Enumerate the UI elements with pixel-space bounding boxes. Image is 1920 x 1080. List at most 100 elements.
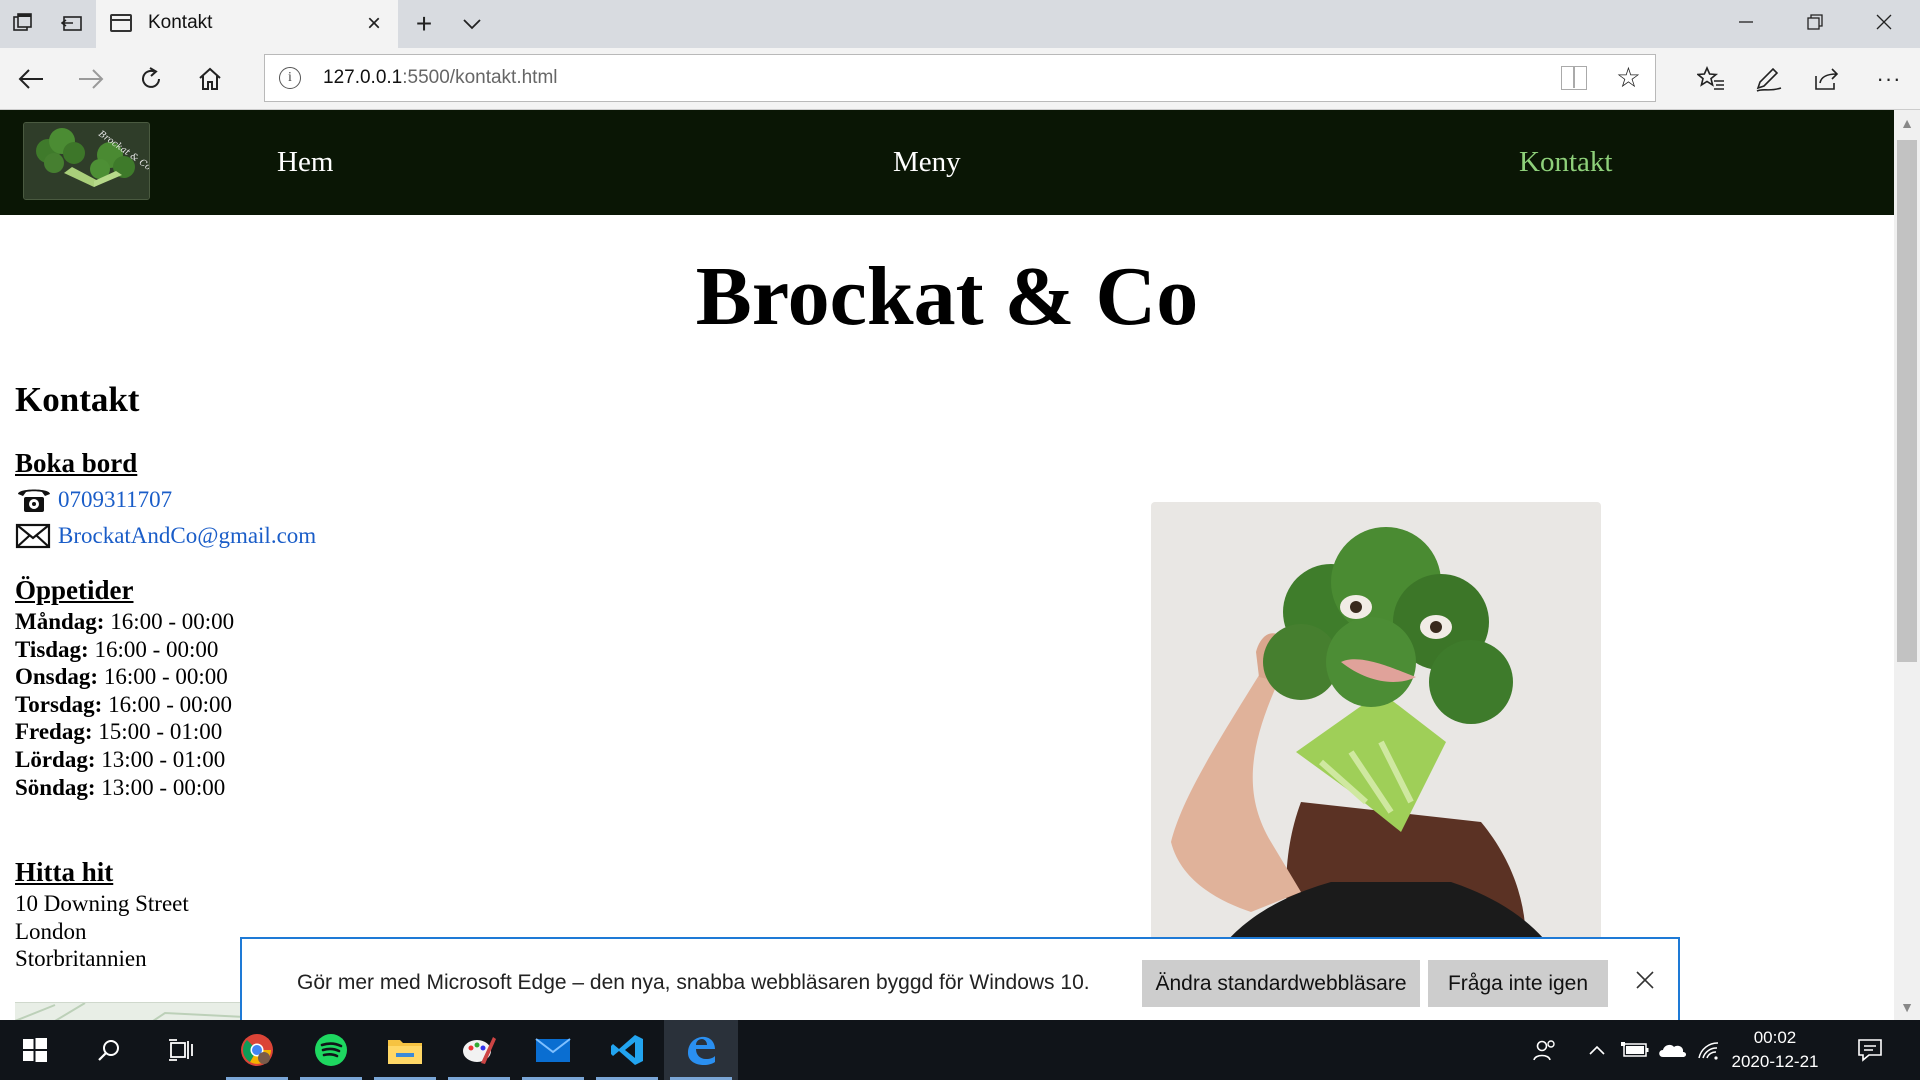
broccoli-logo[interactable]: Brockat & Co bbox=[23, 122, 150, 200]
time-value: 16:00 - 00:00 bbox=[94, 636, 219, 662]
scroll-down-icon[interactable]: ▼ bbox=[1894, 994, 1920, 1020]
page-viewport: Brockat & Co Hem Meny Kontakt Brockat & … bbox=[0, 110, 1894, 1020]
browser-tab-bar: Kontakt × + bbox=[0, 0, 1920, 48]
phone-row: 0709311707 bbox=[15, 483, 172, 517]
home-icon[interactable] bbox=[193, 62, 227, 96]
url-host: 127.0.0.1 bbox=[323, 67, 403, 88]
favorites-list-icon[interactable] bbox=[1694, 62, 1728, 96]
day-label: Onsdag: bbox=[15, 664, 99, 690]
chrome-icon[interactable] bbox=[220, 1020, 294, 1080]
hours-row: Fredag: 15:00 - 01:00 bbox=[15, 718, 234, 746]
day-label: Fredag: bbox=[15, 719, 93, 745]
default-browser-prompt: Gör mer med Microsoft Edge – den nya, sn… bbox=[240, 937, 1680, 1020]
url-path: :5500/kontakt.html bbox=[402, 67, 558, 88]
close-window-icon[interactable] bbox=[1864, 8, 1904, 40]
time-value: 13:00 - 01:00 bbox=[101, 746, 226, 772]
hours-row: Onsdag: 16:00 - 00:00 bbox=[15, 663, 234, 691]
paint-icon[interactable] bbox=[442, 1020, 516, 1080]
close-tab-icon[interactable]: × bbox=[360, 10, 388, 38]
telephone-icon bbox=[15, 485, 53, 515]
hours-row: Torsdag: 16:00 - 00:00 bbox=[15, 691, 234, 719]
new-tab-icon[interactable]: + bbox=[410, 8, 438, 39]
windows-start-icon[interactable] bbox=[0, 1020, 70, 1080]
hours-heading: Öppetider bbox=[15, 575, 134, 605]
address-line: London bbox=[15, 918, 87, 944]
wifi-icon[interactable] bbox=[1694, 1020, 1722, 1080]
minimize-icon[interactable] bbox=[1726, 8, 1766, 40]
tab-kontakt[interactable]: Kontakt × bbox=[96, 0, 398, 48]
time-value: 16:00 - 00:00 bbox=[110, 609, 235, 634]
page-heading: Kontakt bbox=[15, 380, 140, 419]
chevron-down-icon[interactable] bbox=[458, 10, 486, 38]
address-line: 10 Downing Street bbox=[15, 891, 189, 916]
day-label: Lördag: bbox=[15, 746, 96, 772]
email-row: BrockatAndCo@gmail.com bbox=[15, 519, 316, 553]
time-value: 16:00 - 00:00 bbox=[103, 664, 228, 690]
change-default-browser-button[interactable]: Ändra standardwebbläsare bbox=[1142, 960, 1420, 1007]
map-embed[interactable] bbox=[14, 1002, 246, 1020]
hours-row: Måndag: 16:00 - 00:00 bbox=[15, 608, 234, 636]
envelope-icon bbox=[15, 521, 53, 551]
battery-icon[interactable] bbox=[1620, 1020, 1650, 1080]
directions-heading: Hitta hit bbox=[15, 857, 114, 887]
taskbar-clock[interactable]: 00:02 2020-12-21 bbox=[1720, 1026, 1830, 1074]
address-block: 10 Downing Street London Storbritannien bbox=[15, 890, 189, 973]
time-value: 15:00 - 01:00 bbox=[98, 719, 223, 745]
site-title: Brockat & Co bbox=[695, 250, 1199, 343]
restore-icon[interactable] bbox=[1795, 8, 1835, 40]
nav-link-hem[interactable]: Hem bbox=[277, 146, 333, 179]
prompt-message: Gör mer med Microsoft Edge – den nya, sn… bbox=[297, 971, 1090, 994]
hours-row: Söndag: 13:00 - 00:00 bbox=[15, 774, 234, 802]
site-navbar: Brockat & Co Hem Meny Kontakt bbox=[0, 110, 1894, 215]
more-options-icon[interactable]: ··· bbox=[1872, 62, 1906, 96]
time-value: 16:00 - 00:00 bbox=[108, 691, 233, 717]
dont-ask-again-button[interactable]: Fråga inte igen bbox=[1428, 960, 1608, 1007]
time-value: 13:00 - 00:00 bbox=[101, 774, 226, 800]
day-label: Tisdag: bbox=[15, 636, 89, 662]
set-tabs-aside-icon[interactable] bbox=[58, 10, 86, 38]
vscode-icon[interactable] bbox=[590, 1020, 664, 1080]
back-arrow-icon[interactable] bbox=[14, 62, 48, 96]
email-link[interactable]: BrockatAndCo@gmail.com bbox=[58, 523, 316, 549]
hours-row: Lördag: 13:00 - 01:00 bbox=[15, 746, 234, 774]
show-hidden-icons-chevron-icon[interactable] bbox=[1585, 1020, 1609, 1080]
address-bar[interactable]: i 127.0.0.1:5500/kontakt.html ☆ bbox=[264, 54, 1656, 102]
browser-toolbar: i 127.0.0.1:5500/kontakt.html ☆ ··· bbox=[0, 48, 1920, 110]
edge-icon[interactable] bbox=[664, 1020, 738, 1080]
favorite-star-icon[interactable]: ☆ bbox=[1616, 61, 1641, 95]
people-icon[interactable] bbox=[1530, 1020, 1560, 1080]
site-info-icon[interactable]: i bbox=[279, 67, 301, 89]
mail-icon[interactable] bbox=[516, 1020, 590, 1080]
refresh-icon[interactable] bbox=[134, 62, 168, 96]
booking-heading: Boka bord bbox=[15, 448, 138, 478]
close-icon[interactable] bbox=[1630, 965, 1660, 995]
clock-date: 2020-12-21 bbox=[1731, 1052, 1819, 1071]
vertical-scrollbar[interactable]: ▲ ▼ bbox=[1894, 110, 1920, 1020]
nav-link-kontakt[interactable]: Kontakt bbox=[1519, 146, 1612, 179]
phone-link[interactable]: 0709311707 bbox=[58, 487, 172, 513]
windows-taskbar: 00:02 2020-12-21 bbox=[0, 1020, 1920, 1080]
task-view-icon[interactable] bbox=[144, 1020, 218, 1080]
scroll-up-icon[interactable]: ▲ bbox=[1894, 110, 1920, 136]
onedrive-icon[interactable] bbox=[1656, 1020, 1688, 1080]
day-label: Söndag: bbox=[15, 774, 96, 800]
hours-row: Tisdag: 16:00 - 00:00 bbox=[15, 636, 234, 664]
share-icon[interactable] bbox=[1810, 62, 1844, 96]
file-explorer-icon[interactable] bbox=[368, 1020, 442, 1080]
day-label: Torsdag: bbox=[15, 691, 103, 717]
pen-notes-icon[interactable] bbox=[1752, 62, 1786, 96]
url-text[interactable]: 127.0.0.1:5500/kontakt.html bbox=[323, 67, 558, 89]
action-center-icon[interactable] bbox=[1850, 1020, 1890, 1080]
address-line: Storbritannien bbox=[15, 946, 147, 972]
page-icon bbox=[110, 14, 132, 32]
search-icon[interactable] bbox=[72, 1020, 146, 1080]
day-label: Måndag: bbox=[15, 609, 105, 634]
tab-title: Kontakt bbox=[148, 12, 213, 33]
forward-arrow-icon[interactable] bbox=[74, 62, 108, 96]
spotify-icon[interactable] bbox=[294, 1020, 368, 1080]
reading-view-icon[interactable] bbox=[1561, 66, 1587, 90]
tab-manager-icon[interactable] bbox=[10, 10, 38, 38]
scrollbar-thumb[interactable] bbox=[1897, 140, 1917, 662]
nav-link-meny[interactable]: Meny bbox=[893, 146, 961, 179]
opening-hours-list: Måndag: 16:00 - 00:00 Tisdag: 16:00 - 00… bbox=[15, 608, 234, 801]
